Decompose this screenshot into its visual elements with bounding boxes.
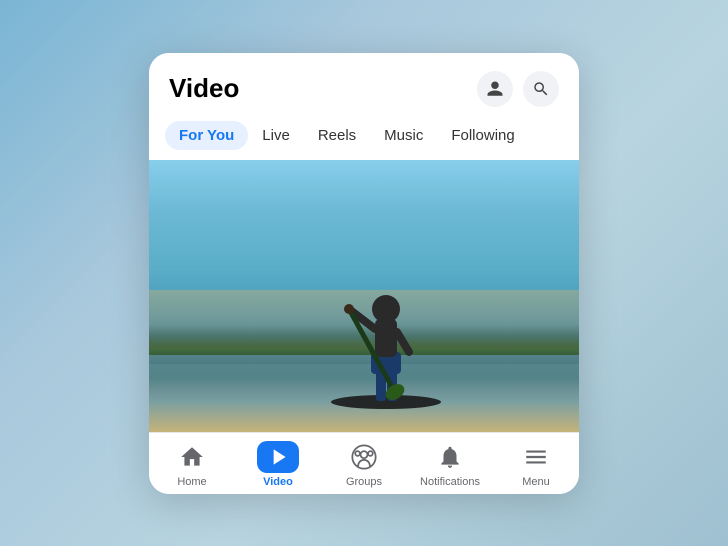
video-background (149, 160, 579, 432)
video-player[interactable] (149, 160, 579, 432)
tab-live[interactable]: Live (248, 121, 304, 150)
nav-groups[interactable]: Groups (334, 441, 394, 488)
tab-for-you[interactable]: For You (165, 121, 248, 150)
video-icon-wrap (257, 441, 299, 473)
tab-bar: For You Live Reels Music Following (149, 117, 579, 160)
nav-home[interactable]: Home (162, 441, 222, 488)
header-actions (477, 71, 559, 107)
nav-menu-label: Menu (522, 476, 550, 488)
nav-notifications[interactable]: Notifications (420, 441, 480, 488)
profile-button[interactable] (477, 71, 513, 107)
groups-icon-wrap (343, 441, 385, 473)
bell-icon (437, 444, 463, 470)
page-title: Video (169, 73, 239, 104)
tab-music[interactable]: Music (370, 121, 437, 150)
nav-video-label: Video (263, 476, 293, 488)
groups-icon (350, 443, 378, 471)
menu-icon-wrap (515, 441, 557, 473)
nav-home-label: Home (177, 476, 206, 488)
nav-notifications-label: Notifications (420, 476, 480, 488)
bell-icon-wrap (429, 441, 471, 473)
search-button[interactable] (523, 71, 559, 107)
nav-menu[interactable]: Menu (506, 441, 566, 488)
bottom-navigation: Home Video Groups (149, 432, 579, 494)
video-nav-icon (265, 444, 291, 470)
search-icon (532, 80, 550, 98)
person-icon (486, 80, 504, 98)
nav-groups-label: Groups (346, 476, 382, 488)
phone-card: Video For You Live Reels Music Following (149, 53, 579, 494)
app-header: Video (149, 53, 579, 117)
menu-icon (523, 444, 549, 470)
tab-following[interactable]: Following (437, 121, 528, 150)
tab-reels[interactable]: Reels (304, 121, 370, 150)
paddleboarder-svg (321, 214, 451, 414)
home-icon-wrap (171, 441, 213, 473)
home-icon (179, 444, 205, 470)
paddleboarder-silhouette (321, 214, 451, 414)
nav-video[interactable]: Video (248, 441, 308, 488)
